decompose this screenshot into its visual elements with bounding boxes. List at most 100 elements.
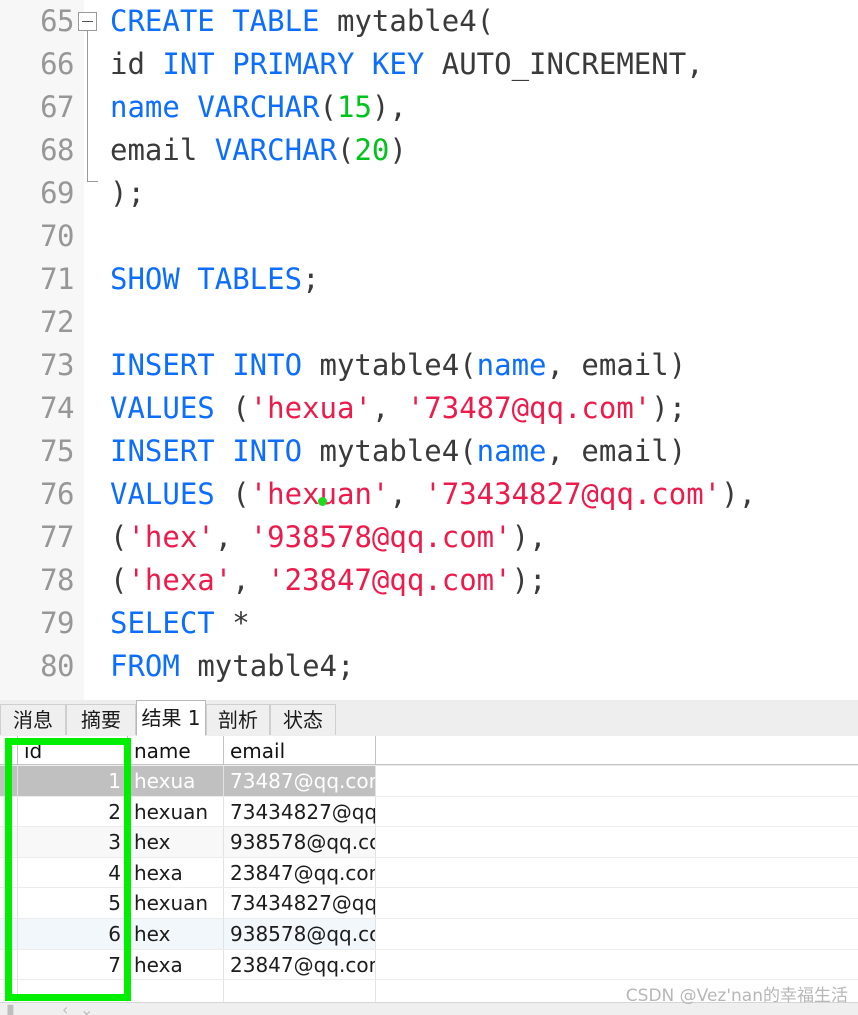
- code-line-text[interactable]: );: [110, 172, 145, 215]
- code-line-text[interactable]: VALUES ('hexuan', '73434827@qq.com'),: [110, 473, 756, 516]
- record-marker-icon[interactable]: ▮: [6, 1003, 15, 1015]
- code-token-kw: VARCHAR: [197, 90, 320, 124]
- grid-header-row: id name email: [0, 736, 858, 766]
- annotation-marker-dot: [318, 497, 327, 506]
- code-line[interactable]: 72: [0, 301, 858, 344]
- result-tab-4[interactable]: 剖析: [206, 704, 270, 735]
- result-tab-3[interactable]: 结果 1: [136, 700, 206, 736]
- cell-name[interactable]: hexa: [128, 949, 224, 980]
- code-line[interactable]: 77 ('hex', '938578@qq.com'),: [0, 516, 858, 559]
- code-line[interactable]: 78 ('hexa', '23847@qq.com');: [0, 559, 858, 602]
- result-tab-5[interactable]: 状态: [270, 704, 336, 735]
- code-line-text[interactable]: FROM mytable4;: [110, 645, 354, 688]
- grid-header-id[interactable]: id: [18, 736, 128, 765]
- cell-email[interactable]: 73434827@qq.com: [224, 796, 376, 827]
- code-line[interactable]: 74 VALUES ('hexua', '73487@qq.com');: [0, 387, 858, 430]
- result-tab-2[interactable]: 摘要: [66, 704, 136, 735]
- cell-email[interactable]: 938578@qq.com: [224, 827, 376, 857]
- line-number: 71: [40, 262, 74, 296]
- code-line-text[interactable]: ('hex', '938578@qq.com'),: [110, 516, 547, 559]
- code-token-pln: (: [319, 90, 337, 124]
- table-row[interactable]: 5hexuan73434827@qq.com: [0, 888, 858, 919]
- grid-body[interactable]: 1hexua73487@qq.com2hexuan73434827@qq.com…: [0, 766, 858, 1006]
- code-line[interactable]: 75 INSERT INTO mytable4(name, email): [0, 430, 858, 473]
- cell-name[interactable]: hex: [128, 827, 224, 857]
- code-line-text[interactable]: ('hexa', '23847@qq.com');: [110, 559, 547, 602]
- table-row[interactable]: 6hex938578@qq.com: [0, 918, 858, 950]
- cell-name[interactable]: hexuan: [128, 796, 224, 827]
- code-line[interactable]: 70: [0, 215, 858, 258]
- result-tab-1[interactable]: 消息: [0, 704, 66, 735]
- cell-id[interactable]: 2: [18, 796, 128, 827]
- code-line-text[interactable]: VALUES ('hexua', '73487@qq.com');: [110, 387, 686, 430]
- cell-id[interactable]: 3: [18, 827, 128, 857]
- code-line-text[interactable]: id INT PRIMARY KEY AUTO_INCREMENT,: [110, 43, 704, 86]
- row-selector-cell[interactable]: [0, 857, 18, 888]
- row-selector-cell[interactable]: [0, 827, 18, 857]
- code-token-kw: SHOW TABLES: [110, 262, 303, 296]
- code-line[interactable]: 80 FROM mytable4;: [0, 645, 858, 688]
- code-line[interactable]: 71 SHOW TABLES;: [0, 258, 858, 301]
- code-line-text[interactable]: SELECT *: [110, 602, 250, 645]
- code-token-pln: (: [110, 563, 128, 597]
- code-line-text[interactable]: name VARCHAR(15),: [110, 86, 407, 129]
- cell-name[interactable]: hexua: [128, 766, 224, 796]
- cell-name[interactable]: hex: [128, 918, 224, 949]
- code-token-num: 15: [337, 90, 372, 124]
- cell-id[interactable]: 5: [18, 888, 128, 918]
- sql-code-editor[interactable]: 65 CREATE TABLE mytable4(66 id INT PRIMARY…: [0, 0, 858, 700]
- watermark-text: CSDN @Vez'nan的幸福生活: [625, 986, 848, 1006]
- code-token-pln: (: [232, 477, 250, 511]
- code-line[interactable]: 65 CREATE TABLE mytable4(: [0, 0, 858, 43]
- chevron-down-icon[interactable]: ⌄: [80, 1003, 93, 1015]
- code-line-text[interactable]: SHOW TABLES;: [110, 258, 320, 301]
- row-selector-cell[interactable]: [0, 888, 18, 918]
- cell-email[interactable]: 73487@qq.com: [224, 766, 376, 796]
- code-line[interactable]: 68 email VARCHAR(20): [0, 129, 858, 172]
- code-line[interactable]: 73 INSERT INTO mytable4(name, email): [0, 344, 858, 387]
- cell-name[interactable]: hexa: [128, 857, 224, 888]
- code-line[interactable]: 66 id INT PRIMARY KEY AUTO_INCREMENT,: [0, 43, 858, 86]
- line-number: 78: [40, 563, 74, 597]
- code-line[interactable]: 67 name VARCHAR(15),: [0, 86, 858, 129]
- code-line[interactable]: 69);: [0, 172, 858, 215]
- line-number: 65: [40, 4, 74, 38]
- code-line[interactable]: 79 SELECT *: [0, 602, 858, 645]
- application-window: 65 CREATE TABLE mytable4(66 id INT PRIMARY…: [0, 0, 858, 1015]
- table-row[interactable]: 1 hexua 73487@qq.com: [0, 766, 858, 797]
- code-line-text[interactable]: CREATE TABLE mytable4(: [110, 0, 494, 43]
- grid-header-email[interactable]: email: [224, 736, 376, 765]
- cell-id[interactable]: 4: [18, 857, 128, 888]
- result-data-grid[interactable]: id name email 1 hexua 73487@qq.com 2 hexuan 7…: [0, 736, 858, 1006]
- chevron-left-icon[interactable]: ‹: [62, 1003, 68, 1015]
- code-fold-toggle-icon[interactable]: [78, 12, 97, 31]
- cell-email[interactable]: 938578@qq.com: [224, 918, 376, 949]
- table-row[interactable]: 7 hexa 23847@qq.com: [0, 949, 858, 981]
- code-token-str: 'hexa': [127, 563, 233, 597]
- code-line-text[interactable]: INSERT INTO mytable4(name, email): [110, 344, 686, 387]
- code-line-text[interactable]: email VARCHAR(20): [110, 129, 407, 172]
- code-token-pln: (: [336, 133, 355, 167]
- row-selector-cell[interactable]: [0, 766, 18, 796]
- cell-id[interactable]: 7: [18, 949, 128, 980]
- cell-id[interactable]: 1: [18, 766, 128, 796]
- code-line-list[interactable]: 65 CREATE TABLE mytable4(66 id INT PRIMARY…: [0, 0, 858, 688]
- cell-email[interactable]: 23847@qq.com: [224, 949, 376, 980]
- row-selector-cell[interactable]: [0, 796, 18, 827]
- cell-filler: [376, 766, 858, 796]
- table-row[interactable]: 2hexuan73434827@qq.com: [0, 796, 858, 828]
- cell-email[interactable]: 23847@qq.com: [224, 857, 376, 888]
- row-selector-cell[interactable]: [0, 918, 18, 949]
- cell-name[interactable]: hexuan: [128, 888, 224, 918]
- code-line-text[interactable]: INSERT INTO mytable4(name, email): [110, 430, 686, 473]
- result-tab-strip[interactable]: 消息 摘要 结果 1 剖析 状态: [0, 700, 858, 737]
- code-line[interactable]: 76 VALUES ('hexuan', '73434827@qq.com'),: [0, 473, 858, 516]
- cell-id[interactable]: 6: [18, 918, 128, 949]
- grid-header-name[interactable]: name: [128, 736, 224, 765]
- line-number: 73: [40, 348, 74, 382]
- table-row[interactable]: 4 hexa 23847@qq.com: [0, 857, 858, 889]
- cell-filler: [376, 888, 858, 918]
- cell-email[interactable]: 73434827@qq.com: [224, 888, 376, 918]
- table-row[interactable]: 3hex938578@qq.com: [0, 827, 858, 858]
- row-selector-cell[interactable]: [0, 949, 18, 980]
